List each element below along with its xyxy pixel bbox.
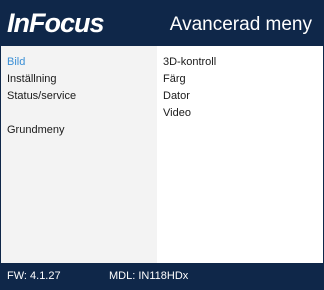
menu-spacer — [1, 105, 157, 122]
firmware-version: FW: 4.1.27 — [7, 270, 61, 282]
menu-item-status-service[interactable]: Status/service — [1, 88, 157, 105]
osd-menu-window: InFocus Avancerad meny Bild Inställning … — [0, 0, 324, 290]
menu-title: Avancerad meny — [169, 14, 312, 35]
submenu-item-3d-kontroll[interactable]: 3D-kontroll — [157, 54, 323, 71]
main-menu-list: Bild Inställning Status/service Grundmen… — [1, 46, 157, 263]
submenu-list: 3D-kontroll Färg Dator Video — [157, 46, 323, 263]
submenu-item-video[interactable]: Video — [157, 105, 323, 122]
model-number: MDL: IN118HDx — [109, 270, 189, 282]
infocus-logo: InFocus — [7, 8, 105, 38]
status-footer: FW: 4.1.27 MDL: IN118HDx — [1, 263, 323, 289]
submenu-item-farg[interactable]: Färg — [157, 71, 323, 88]
menu-item-installning[interactable]: Inställning — [1, 71, 157, 88]
menu-header: InFocus Avancerad meny — [1, 1, 323, 46]
menu-item-grundmeny[interactable]: Grundmeny — [1, 122, 157, 139]
submenu-item-dator[interactable]: Dator — [157, 88, 323, 105]
menu-content: Bild Inställning Status/service Grundmen… — [1, 46, 323, 263]
menu-item-bild[interactable]: Bild — [1, 54, 157, 71]
